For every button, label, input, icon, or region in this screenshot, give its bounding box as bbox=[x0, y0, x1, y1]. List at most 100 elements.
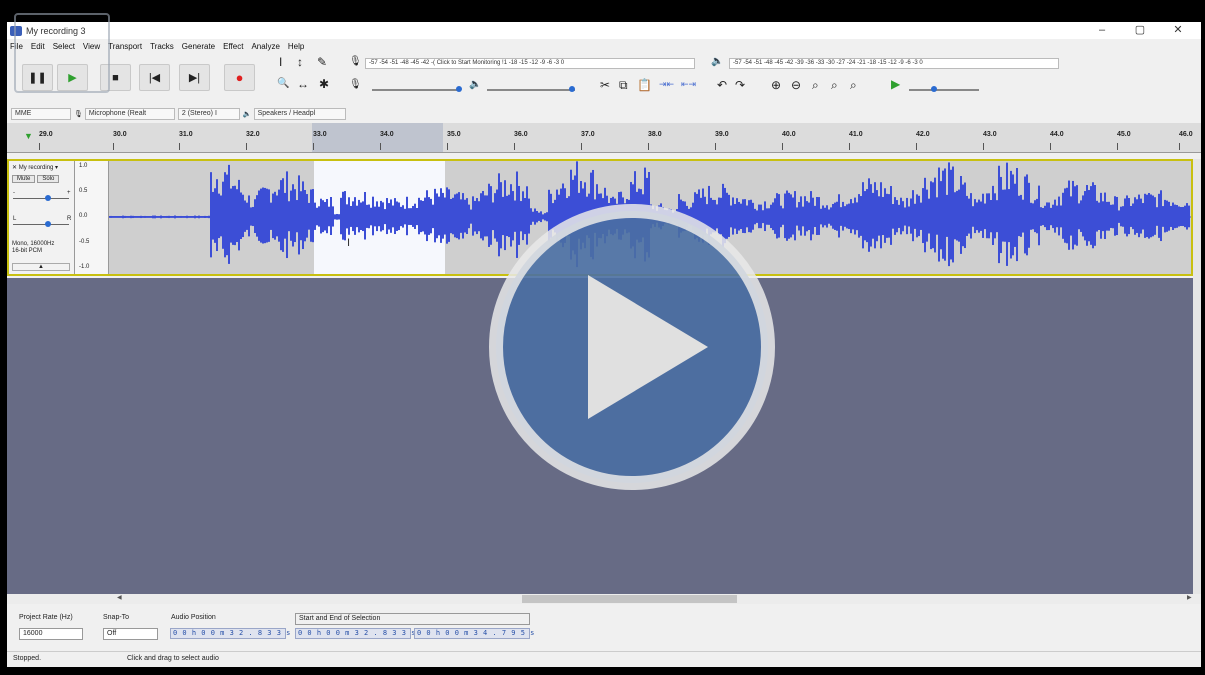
collapse-track-button[interactable]: ▲ bbox=[12, 263, 70, 271]
mute-button[interactable]: Mute bbox=[12, 175, 36, 183]
gain-minus-label: - bbox=[13, 190, 15, 196]
horizontal-scroll-thumb[interactable] bbox=[522, 595, 737, 603]
ruler-tick: 41.0 bbox=[849, 131, 863, 150]
ruler-tick: 31.0 bbox=[179, 131, 193, 150]
fit-project-icon[interactable]: ⌕ bbox=[831, 78, 838, 93]
ruler-tick: 34.0 bbox=[380, 131, 394, 150]
gain-slider[interactable] bbox=[13, 198, 69, 199]
close-button[interactable]: ✕ bbox=[1159, 22, 1197, 39]
timeshift-tool-icon[interactable]: ↔ bbox=[297, 77, 309, 91]
multi-tool-icon[interactable]: ✱ bbox=[319, 77, 329, 91]
play-at-speed-icon[interactable]: ▶ bbox=[891, 77, 900, 91]
audio-host-select[interactable]: MME bbox=[11, 107, 71, 120]
scale-label: -0.5 bbox=[79, 239, 90, 245]
pan-right-label: R bbox=[67, 216, 72, 222]
zoom-tool-icon[interactable]: 🔍 bbox=[277, 78, 289, 89]
scale-label: 0.0 bbox=[79, 213, 88, 219]
selection-mode-select[interactable]: Start and End of Selection bbox=[295, 613, 530, 625]
record-button[interactable]: ● bbox=[224, 64, 255, 91]
playback-volume-knob[interactable] bbox=[569, 86, 575, 92]
ruler-tick: 40.0 bbox=[782, 131, 796, 150]
copy-icon[interactable]: ⧉ bbox=[619, 78, 628, 93]
redo-icon[interactable]: ↷ bbox=[735, 78, 745, 92]
text-cursor-icon: I bbox=[347, 237, 351, 249]
horizontal-scrollbar[interactable]: ◀ ▶ bbox=[7, 594, 1201, 604]
play-overlay-icon[interactable] bbox=[488, 203, 776, 491]
record-meter[interactable]: -57 -54 -51 -48 -45 -42 -( Click to Star… bbox=[365, 58, 695, 69]
minimize-button[interactable]: – bbox=[1083, 22, 1121, 39]
scroll-left-icon[interactable]: ◀ bbox=[117, 594, 122, 601]
audio-position-field[interactable]: 0 0 h 0 0 m 3 2 . 8 3 3 s bbox=[170, 628, 290, 639]
menu-generate[interactable]: Generate bbox=[182, 42, 215, 51]
selection-end-field[interactable]: 0 0 h 0 0 m 3 4 . 7 9 5 s bbox=[414, 628, 534, 639]
selection-toolbar: Project Rate (Hz) 16000 Snap-To Off Audi… bbox=[7, 606, 1201, 650]
ruler-tick: 44.0 bbox=[1050, 131, 1064, 150]
speaker-icon: 🔈 bbox=[242, 110, 252, 118]
play-at-speed-slider[interactable] bbox=[909, 86, 979, 92]
skip-to-end-button[interactable]: ▶| bbox=[179, 64, 210, 91]
zoom-toggle-icon[interactable]: ⌕ bbox=[850, 78, 857, 93]
ruler-tick: 33.0 bbox=[313, 131, 327, 150]
pan-left-label: L bbox=[13, 216, 17, 222]
gain-plus-label: + bbox=[67, 190, 71, 196]
selection-start-field[interactable]: 0 0 h 0 0 m 3 2 . 8 3 3 s bbox=[295, 628, 415, 639]
ruler-tick: 32.0 bbox=[246, 131, 260, 150]
track-control-panel: ✕ My recording ▾ Mute Solo - + L R Mono,… bbox=[9, 161, 75, 274]
menu-effect[interactable]: Effect bbox=[223, 42, 243, 51]
menu-transport[interactable]: Transport bbox=[108, 42, 142, 51]
ruler-tick: 46.0 bbox=[1179, 131, 1193, 150]
cut-icon[interactable]: ✂ bbox=[600, 78, 610, 92]
trim-icon[interactable]: ⇥⇤ bbox=[659, 79, 674, 90]
scale-label: -1.0 bbox=[79, 264, 90, 270]
track-bitdepth: 16-bit PCM bbox=[12, 248, 43, 254]
envelope-tool-icon[interactable]: ↕ bbox=[297, 55, 303, 69]
menu-tracks[interactable]: Tracks bbox=[150, 42, 174, 51]
vertical-scrollbar[interactable] bbox=[1193, 159, 1201, 594]
paste-icon[interactable]: 📋 bbox=[637, 78, 652, 92]
ruler-tick: 35.0 bbox=[447, 131, 461, 150]
status-state: Stopped. bbox=[13, 655, 42, 662]
playback-meter[interactable]: -57 -54 -51 -48 -45 -42 -39 -36 -33 -30 … bbox=[729, 58, 1059, 69]
fit-selection-icon[interactable]: ⌕ bbox=[812, 78, 819, 93]
input-channels-select[interactable]: 2 (Stereo) I bbox=[177, 107, 240, 120]
ruler-selection bbox=[312, 123, 443, 152]
ruler-tick: 29.0 bbox=[39, 131, 53, 150]
snap-to-label: Snap-To bbox=[103, 614, 130, 621]
skip-to-start-button[interactable]: |◀ bbox=[139, 64, 170, 91]
input-device-select[interactable]: Microphone (Realt bbox=[84, 107, 175, 120]
playback-volume-slider[interactable] bbox=[487, 86, 575, 92]
ruler-tick: 39.0 bbox=[715, 131, 729, 150]
record-meter-mic-icon: 🎙 bbox=[349, 56, 362, 67]
undo-icon[interactable]: ↶ bbox=[717, 78, 727, 92]
ruler-play-head-icon[interactable]: ▼ bbox=[24, 131, 33, 141]
title-bar: My recording 3 – ▢ ✕ bbox=[7, 22, 1201, 39]
play-at-speed-knob[interactable] bbox=[931, 86, 937, 92]
pan-slider[interactable] bbox=[13, 224, 69, 225]
zoom-out-icon[interactable]: ⊖ bbox=[791, 78, 801, 92]
selection-tool-icon[interactable]: I bbox=[279, 55, 282, 69]
menu-help[interactable]: Help bbox=[288, 42, 304, 51]
scroll-right-icon[interactable]: ▶ bbox=[1187, 594, 1192, 601]
track-name-menu[interactable]: ✕ My recording ▾ bbox=[12, 164, 58, 171]
draw-tool-icon[interactable]: ✎ bbox=[317, 55, 327, 69]
toolbar: ❚❚ ▶ ■ |◀ ▶| ● I ↕ ✎ 🔍 ↔ ✱ 🎙 -57 -54 -51… bbox=[7, 53, 1201, 105]
zoom-in-icon[interactable]: ⊕ bbox=[771, 78, 781, 92]
record-volume-knob[interactable] bbox=[456, 86, 462, 92]
menu-analyze[interactable]: Analyze bbox=[251, 42, 279, 51]
gain-slider-knob[interactable] bbox=[45, 195, 51, 201]
project-rate-label: Project Rate (Hz) bbox=[19, 614, 73, 621]
timeline-ruler[interactable]: ▼ 29.0 30.0 31.0 32.0 33.0 34.0 35.0 36.… bbox=[7, 123, 1201, 153]
output-device-select[interactable]: Speakers / Headpl bbox=[253, 107, 346, 120]
ruler-tick: 42.0 bbox=[916, 131, 930, 150]
snap-to-select[interactable]: Off bbox=[103, 628, 158, 640]
record-volume-slider[interactable] bbox=[372, 86, 462, 92]
solo-button[interactable]: Solo bbox=[37, 175, 60, 183]
pan-slider-knob[interactable] bbox=[45, 221, 51, 227]
video-corner-overlay bbox=[14, 13, 110, 93]
silence-icon[interactable]: ⇤⇥ bbox=[681, 79, 696, 90]
project-rate-select[interactable]: 16000 bbox=[19, 628, 83, 640]
ruler-tick: 37.0 bbox=[581, 131, 595, 150]
ruler-tick: 38.0 bbox=[648, 131, 662, 150]
ruler-tick: 30.0 bbox=[113, 131, 127, 150]
maximize-button[interactable]: ▢ bbox=[1121, 22, 1159, 39]
